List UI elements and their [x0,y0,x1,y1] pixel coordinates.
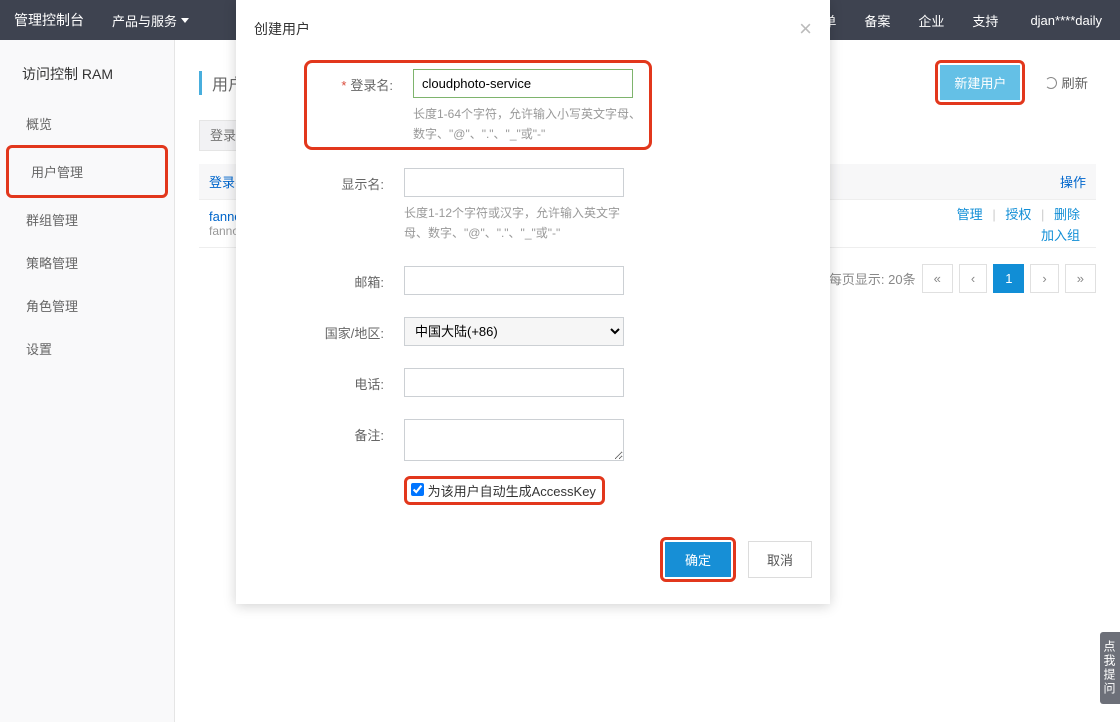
login-hint: 长度1-64个字符，允许输入小写英文字母、数字、"@"、"."、"_"或"-" [413,104,643,145]
display-hint: 长度1-12个字符或汉字，允许输入英文字母、数字、"@"、"."、"_"或"-" [404,203,634,244]
remark-textarea[interactable] [404,419,624,461]
label-region: 国家/地区: [325,326,384,341]
region-select[interactable]: 中国大陆(+86) [404,317,624,346]
ok-button[interactable]: 确定 [665,542,731,577]
highlight-ok-button: 确定 [660,537,736,582]
display-name-input[interactable] [404,168,624,197]
feedback-tab[interactable]: 点我提问 [1100,632,1120,704]
ak-checkbox-text: 为该用户自动生成AccessKey [428,484,596,499]
close-icon[interactable]: × [799,16,812,42]
label-remark: 备注: [354,428,384,443]
modal-title: 创建用户 [254,19,310,39]
email-input[interactable] [404,266,624,295]
label-login: 登录名: [350,78,393,93]
modal-overlay: 创建用户 × *登录名: 长度1-64个字符，允许输入小写英文字母、数字、"@"… [0,0,1120,722]
label-email: 邮箱: [354,275,384,290]
highlight-ak-checkbox: 为该用户自动生成AccessKey [404,476,605,505]
highlight-login-field: *登录名: 长度1-64个字符，允许输入小写英文字母、数字、"@"、"."、"_… [304,60,652,150]
create-user-modal: 创建用户 × *登录名: 长度1-64个字符，允许输入小写英文字母、数字、"@"… [236,0,830,604]
ak-checkbox-label[interactable]: 为该用户自动生成AccessKey [411,484,596,499]
label-display: 显示名: [341,177,384,192]
ak-checkbox[interactable] [411,483,424,496]
cancel-button[interactable]: 取消 [748,541,812,578]
label-phone: 电话: [354,377,384,392]
login-input[interactable] [413,69,633,98]
phone-input[interactable] [404,368,624,397]
